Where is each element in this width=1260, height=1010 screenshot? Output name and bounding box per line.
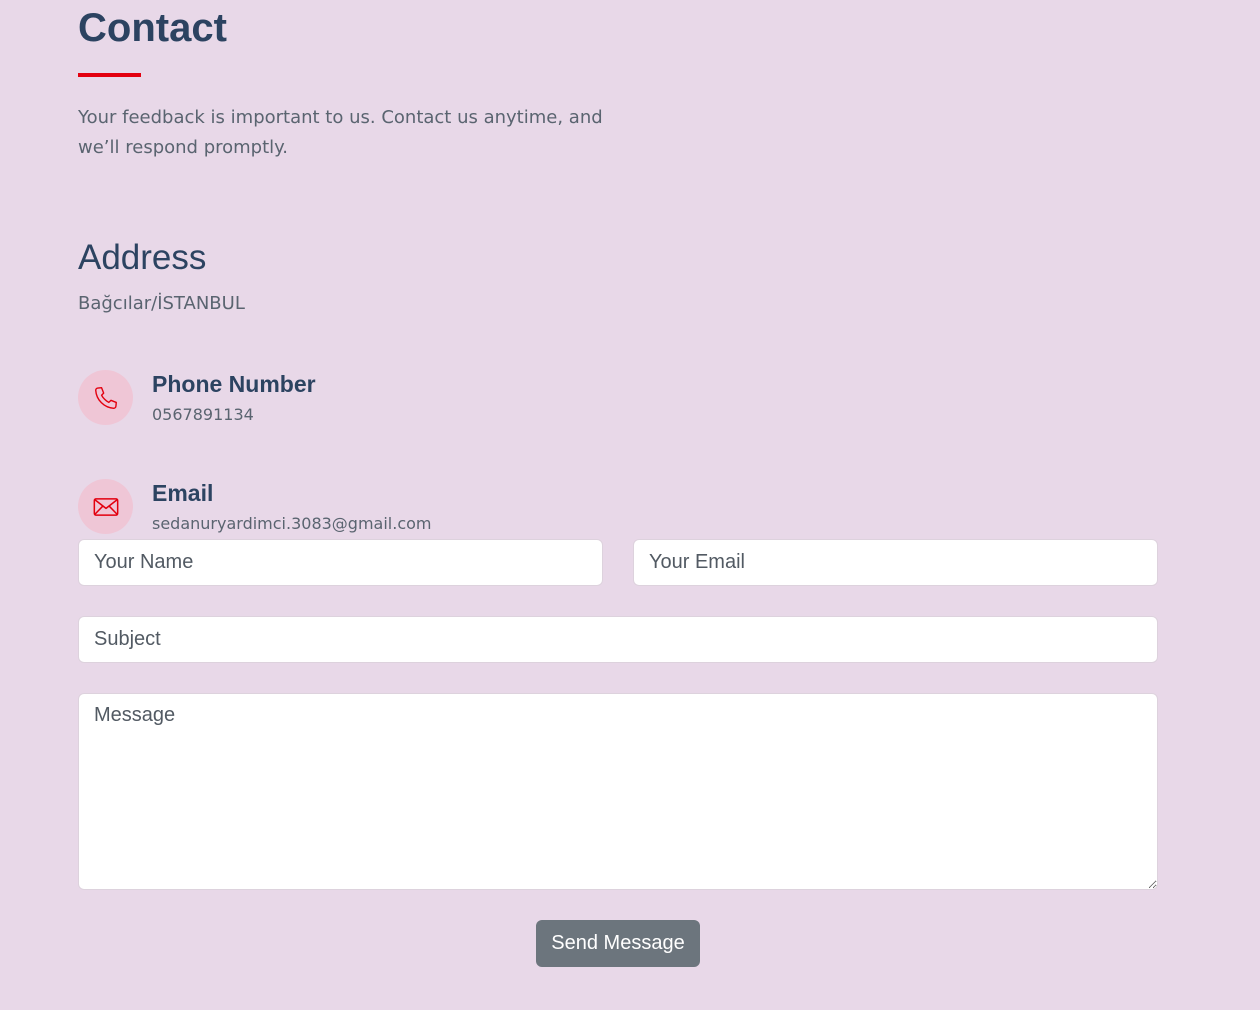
contact-page: Contact Your feedback is important to us…	[0, 0, 1260, 1010]
page-title: Contact	[78, 6, 227, 50]
phone-value: 0567891134	[152, 405, 254, 424]
message-textarea[interactable]	[78, 693, 1158, 890]
title-underline	[78, 73, 141, 77]
subject-input[interactable]	[78, 616, 1158, 663]
email-value: sedanuryardimci.3083@gmail.com	[152, 514, 432, 533]
email-label: Email	[152, 480, 214, 506]
phone-icon	[78, 370, 133, 425]
envelope-icon	[78, 479, 133, 534]
email-info: Email sedanuryardimci.3083@gmail.com	[78, 479, 678, 539]
address-heading: Address	[78, 238, 207, 277]
email-input[interactable]	[633, 539, 1158, 586]
phone-label: Phone Number	[152, 371, 316, 397]
address-value: Bağcılar/İSTANBUL	[78, 293, 245, 314]
phone-info: Phone Number 0567891134	[78, 370, 678, 430]
name-input[interactable]	[78, 539, 603, 586]
intro-text: Your feedback is important to us. Contac…	[78, 107, 603, 158]
send-message-button[interactable]: Send Message	[536, 920, 700, 967]
